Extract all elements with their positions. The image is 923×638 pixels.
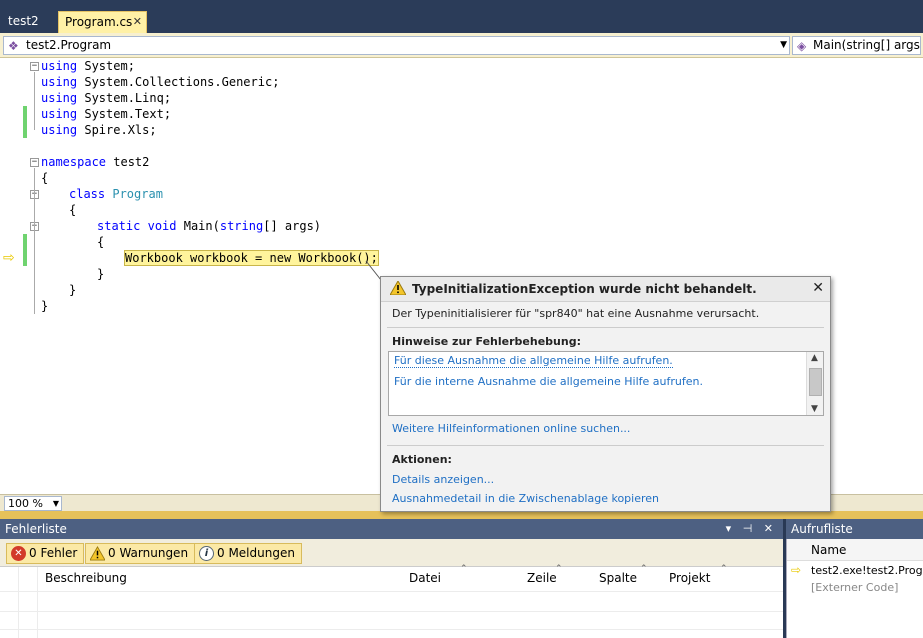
- code-line: using System.Text;: [41, 107, 172, 121]
- navigation-bar: ❖ test2.Program ▼ ◈ Main(string[] args): [0, 33, 923, 58]
- collapse-icon[interactable]: −: [30, 62, 39, 71]
- code-line: static void Main(string[] args): [97, 219, 322, 233]
- call-stack-grid[interactable]: Name ⇨ test2.exe!test2.Program.Main(stri…: [786, 539, 923, 638]
- panel-title: Aufrufliste: [791, 522, 853, 536]
- call-stack-row[interactable]: ⇨ test2.exe!test2.Program.Main(string[] …: [787, 562, 923, 579]
- code-line: using System.Collections.Generic;: [41, 75, 280, 89]
- column-header-project[interactable]: Projekt: [669, 571, 710, 585]
- exception-header: TypeInitializationException wurde nicht …: [381, 277, 830, 302]
- messages-filter-button[interactable]: i 0 Meldungen: [194, 543, 302, 564]
- errors-filter-button[interactable]: ✕ 0 Fehler: [6, 543, 85, 564]
- tab-label: test2: [8, 14, 39, 28]
- code-line: }: [97, 267, 105, 281]
- grid-line: [37, 567, 38, 638]
- errors-filter-label: 0 Fehler: [29, 546, 78, 560]
- hint-link[interactable]: Für diese Ausnahme die allgemeine Hilfe …: [394, 354, 673, 368]
- messages-filter-label: 0 Meldungen: [217, 546, 295, 560]
- code-line: {: [41, 171, 49, 185]
- column-header-column[interactable]: Spalte: [599, 571, 637, 585]
- error-list-title: Fehlerliste ▾ ⊣ ✕: [0, 519, 783, 539]
- exception-assistant: TypeInitializationException wurde nicht …: [380, 276, 831, 512]
- code-line: {: [69, 203, 77, 217]
- warning-icon: [390, 281, 406, 295]
- sort-icon: ⌃: [460, 564, 468, 574]
- view-details-link[interactable]: Details anzeigen...: [392, 473, 494, 486]
- column-header-name[interactable]: Name: [811, 543, 846, 557]
- document-tab-bar: test2 Program.cs ✕: [0, 0, 923, 33]
- warning-icon: [90, 546, 105, 561]
- tab-program-cs[interactable]: Program.cs ✕: [58, 11, 147, 33]
- chevron-up-icon[interactable]: ▲: [811, 353, 818, 363]
- code-line: using Spire.Xls;: [41, 123, 157, 137]
- frame-name: test2.exe!test2.Program.Main(string[] ar…: [811, 564, 923, 577]
- zoom-value: 100 %: [8, 497, 43, 510]
- hints-scrollbar[interactable]: ▲ ▼: [806, 352, 823, 415]
- frame-name: [Externer Code]: [811, 581, 899, 594]
- hint-link[interactable]: Für die interne Ausnahme die allgemeine …: [394, 375, 703, 388]
- zoom-combo[interactable]: 100 % ▼: [4, 496, 62, 511]
- collapse-icon[interactable]: −: [30, 158, 39, 167]
- info-icon: i: [199, 546, 214, 561]
- divider: [387, 445, 824, 446]
- hints-label: Hinweise zur Fehlerbehebung:: [392, 335, 581, 348]
- outline-line: [34, 168, 35, 314]
- search-online-help-link[interactable]: Weitere Hilfeinformationen online suchen…: [392, 422, 630, 435]
- code-line: {: [97, 235, 105, 249]
- panel-title: Fehlerliste: [5, 522, 67, 536]
- column-header-file[interactable]: Datei: [409, 571, 441, 585]
- current-statement-arrow-icon: ⇨: [3, 250, 15, 266]
- method-icon: ◈: [797, 39, 807, 53]
- code-line: using System.Linq;: [41, 91, 172, 105]
- grid-line: [0, 591, 783, 592]
- class-icon: ❖: [8, 39, 19, 53]
- hints-list: Für diese Ausnahme die allgemeine Hilfe …: [388, 351, 824, 416]
- chevron-down-icon[interactable]: ▼: [780, 37, 787, 54]
- grid-line: [18, 567, 19, 638]
- divider: [387, 327, 824, 328]
- class-combo[interactable]: ❖ test2.Program ▼: [3, 36, 790, 55]
- copy-exception-detail-link[interactable]: Ausnahmedetail in die Zwischenablage kop…: [392, 492, 659, 505]
- class-combo-value: test2.Program: [26, 38, 112, 52]
- code-line: }: [69, 283, 77, 297]
- sort-icon: ⌃: [640, 564, 648, 574]
- error-list-toolbar: ✕ 0 Fehler 0 Warnungen i 0 Meldungen: [0, 539, 783, 567]
- close-icon[interactable]: ✕: [812, 280, 824, 296]
- chevron-down-icon[interactable]: ▼: [53, 497, 59, 510]
- code-line: }: [41, 299, 49, 313]
- call-stack-header: Name: [787, 539, 923, 561]
- error-list-grid[interactable]: Beschreibung Datei ⌃ Zeile ⌃ Spalte ⌃ Pr…: [0, 564, 783, 638]
- code-line: using System;: [41, 59, 135, 73]
- code-line-current: Workbook workbook = new Workbook();: [124, 250, 379, 266]
- panel-controls[interactable]: ▾ ⊣ ✕: [726, 519, 777, 539]
- code-line: class Program: [69, 187, 163, 201]
- sort-icon: ⌃: [720, 564, 728, 574]
- grid-line: [0, 611, 783, 612]
- call-stack-title: Aufrufliste: [786, 519, 923, 539]
- current-statement-highlight: Workbook workbook = new Workbook();: [124, 250, 379, 266]
- close-icon[interactable]: ✕: [133, 12, 142, 32]
- sort-icon: ⌃: [555, 564, 563, 574]
- member-combo[interactable]: ◈ Main(string[] args): [792, 36, 921, 55]
- change-marker: [23, 234, 27, 266]
- column-header-line[interactable]: Zeile: [527, 571, 557, 585]
- change-marker: [23, 106, 27, 138]
- scroll-thumb[interactable]: [809, 368, 822, 396]
- column-header-description[interactable]: Beschreibung: [45, 571, 127, 585]
- tab-test2[interactable]: test2: [2, 11, 45, 33]
- error-icon: ✕: [11, 546, 26, 561]
- member-combo-value: Main(string[] args): [813, 38, 921, 52]
- panel-splitter[interactable]: [0, 511, 923, 519]
- code-line: namespace test2: [41, 155, 150, 169]
- warnings-filter-button[interactable]: 0 Warnungen: [85, 543, 196, 564]
- actions-label: Aktionen:: [392, 453, 452, 466]
- exception-message: Der Typeninitialisierer für "spr840" hat…: [392, 307, 760, 320]
- chevron-down-icon[interactable]: ▼: [811, 404, 818, 414]
- outline-line: [34, 72, 35, 130]
- call-stack-row[interactable]: [Externer Code]: [787, 579, 923, 596]
- warnings-filter-label: 0 Warnungen: [108, 546, 189, 560]
- tab-label: Program.cs: [65, 15, 133, 29]
- current-frame-arrow-icon: ⇨: [791, 563, 802, 577]
- grid-line: [0, 629, 783, 630]
- exception-title: TypeInitializationException wurde nicht …: [412, 282, 757, 296]
